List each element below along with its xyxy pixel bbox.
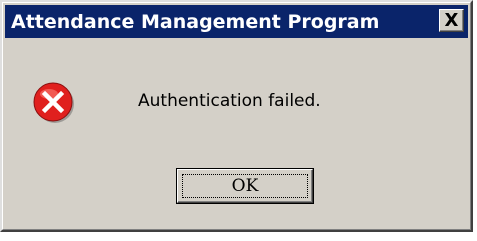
ok-button-label: OK [231, 176, 259, 196]
title-bar[interactable]: Attendance Management Program X [5, 5, 468, 38]
error-dialog: Attendance Management Program X Authenti… [0, 0, 473, 232]
window-title: Attendance Management Program [11, 11, 380, 33]
error-message: Authentication failed. [138, 91, 321, 111]
close-button[interactable]: X [439, 9, 464, 32]
ok-button[interactable]: OK [176, 168, 314, 204]
close-icon: X [444, 9, 459, 31]
error-icon [33, 82, 74, 123]
